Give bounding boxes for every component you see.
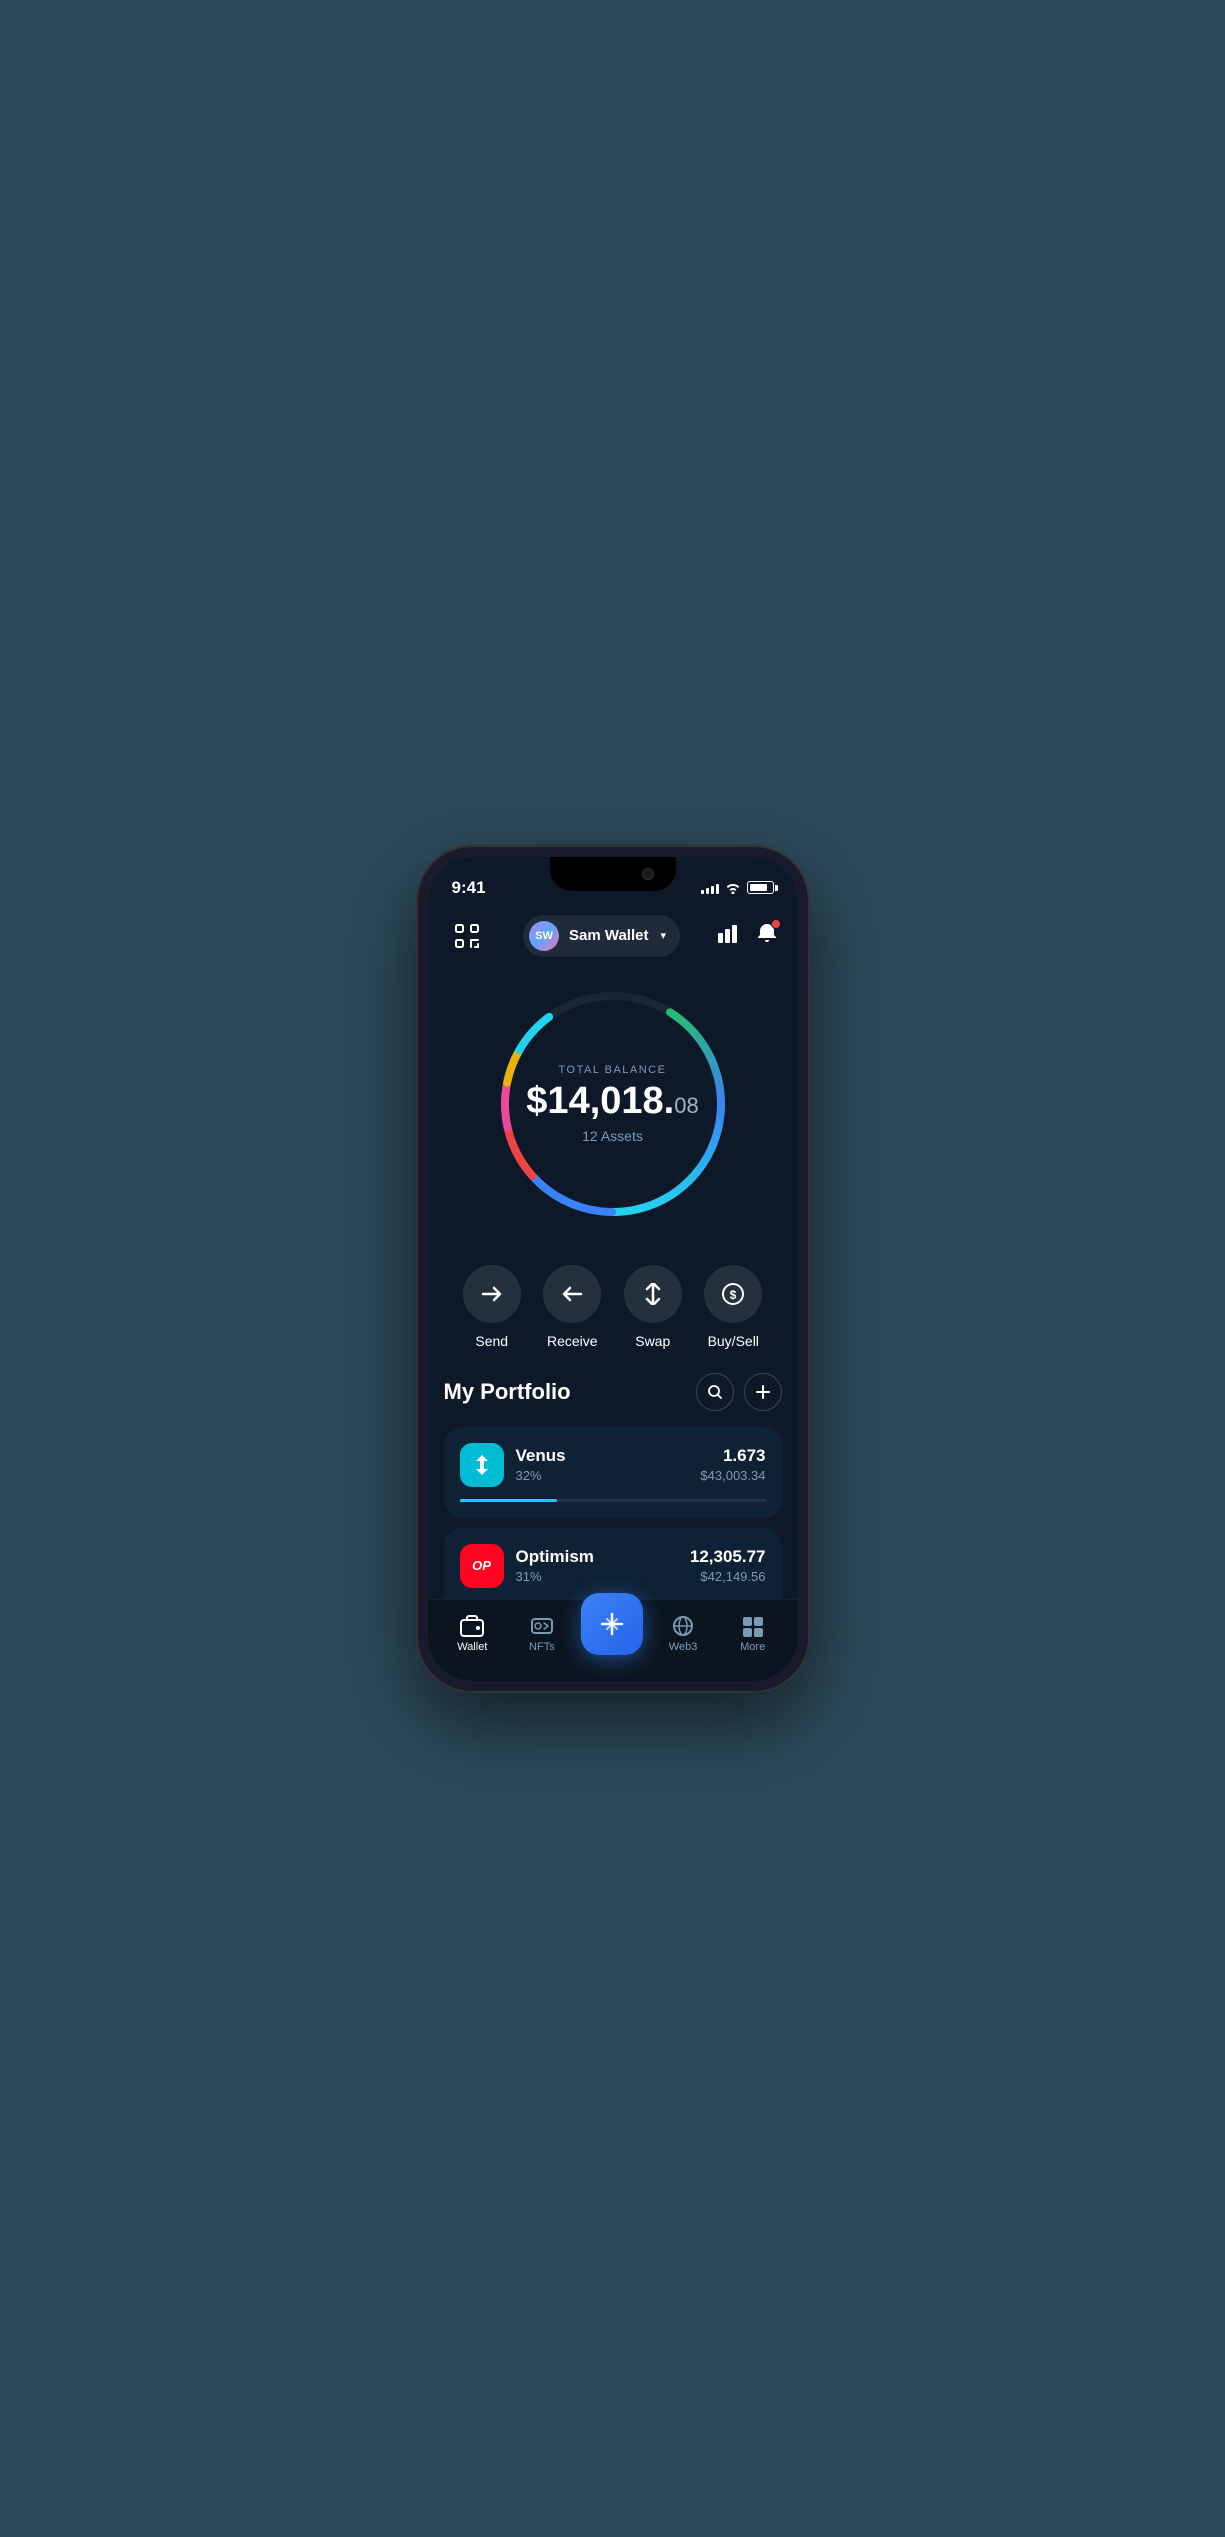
optimism-asset-card[interactable]: OP Optimism 31% 12,305.77 $42,149.56 [444,1528,782,1599]
optimism-icon: OP [460,1544,504,1588]
nav-nfts[interactable]: NFTs [512,1615,572,1653]
venus-progress-bar [460,1499,766,1502]
nav-wallet-label: Wallet [457,1641,487,1653]
optimism-name: Optimism [516,1547,594,1567]
portfolio-actions [696,1373,782,1411]
balance-section: TOTAL BALANCE $14,018.08 12 Assets [428,969,798,1249]
balance-label: TOTAL BALANCE [526,1064,698,1076]
nav-web3[interactable]: Web3 [653,1615,713,1653]
wifi-icon [725,882,741,894]
receive-button[interactable]: Receive [543,1265,601,1349]
action-buttons: Send Receive Swap [428,1249,798,1373]
venus-asset-card[interactable]: Venus 32% 1.673 $43,003.34 [444,1427,782,1518]
scan-icon[interactable] [448,917,486,955]
optimism-value: $42,149.56 [690,1569,766,1584]
send-button[interactable]: Send [463,1265,521,1349]
venus-percent: 32% [516,1468,566,1483]
chevron-down-icon: ▾ [660,929,666,942]
web3-nav-icon [671,1615,695,1637]
phone-frame: 9:41 [418,847,808,1691]
header-right [718,922,778,949]
center-nav-icon [598,1610,626,1638]
portfolio-add-button[interactable] [744,1373,782,1411]
portfolio-header: My Portfolio [444,1373,782,1411]
nav-nfts-label: NFTs [529,1641,555,1653]
svg-text:$: $ [730,1288,737,1302]
wallet-name: Sam Wallet [569,927,648,944]
venus-name: Venus [516,1446,566,1466]
portfolio-title: My Portfolio [444,1379,571,1405]
send-label: Send [475,1333,508,1349]
optimism-percent: 31% [516,1569,594,1584]
buysell-button[interactable]: $ Buy/Sell [704,1265,762,1349]
bottom-nav: Wallet NFTs [428,1599,798,1681]
wallet-nav-icon [460,1615,484,1637]
phone-screen: 9:41 [428,857,798,1681]
notification-badge [771,919,781,929]
venus-amount: 1.673 [700,1446,765,1466]
battery-icon [747,881,774,894]
more-nav-icon [741,1615,765,1637]
portfolio-search-button[interactable] [696,1373,734,1411]
venus-value: $43,003.34 [700,1468,765,1483]
nav-center-button[interactable] [581,1593,643,1655]
avatar: SW [529,921,559,951]
notch [550,857,676,891]
header: SW Sam Wallet ▾ [428,907,798,969]
nav-wallet[interactable]: Wallet [442,1615,502,1653]
signal-icon [701,882,719,894]
balance-amount: $14,018.08 [526,1082,698,1120]
status-time: 9:41 [452,878,486,898]
receive-label: Receive [547,1333,598,1349]
nfts-nav-icon [530,1615,554,1637]
optimism-amount: 12,305.77 [690,1547,766,1567]
nav-web3-label: Web3 [669,1641,698,1653]
swap-label: Swap [635,1333,670,1349]
balance-assets: 12 Assets [526,1128,698,1144]
swap-button[interactable]: Swap [624,1265,682,1349]
buysell-label: Buy/Sell [708,1333,759,1349]
portfolio-section: My Portfolio [428,1373,798,1599]
nav-more[interactable]: More [723,1615,783,1653]
balance-center: TOTAL BALANCE $14,018.08 12 Assets [526,1064,698,1144]
wallet-selector[interactable]: SW Sam Wallet ▾ [523,915,680,957]
balance-ring: TOTAL BALANCE $14,018.08 12 Assets [488,979,738,1229]
notification-bell[interactable] [756,922,778,949]
venus-icon [460,1443,504,1487]
nav-more-label: More [740,1641,765,1653]
chart-icon[interactable] [718,923,742,948]
notch-camera [642,868,654,880]
status-icons [701,881,774,894]
